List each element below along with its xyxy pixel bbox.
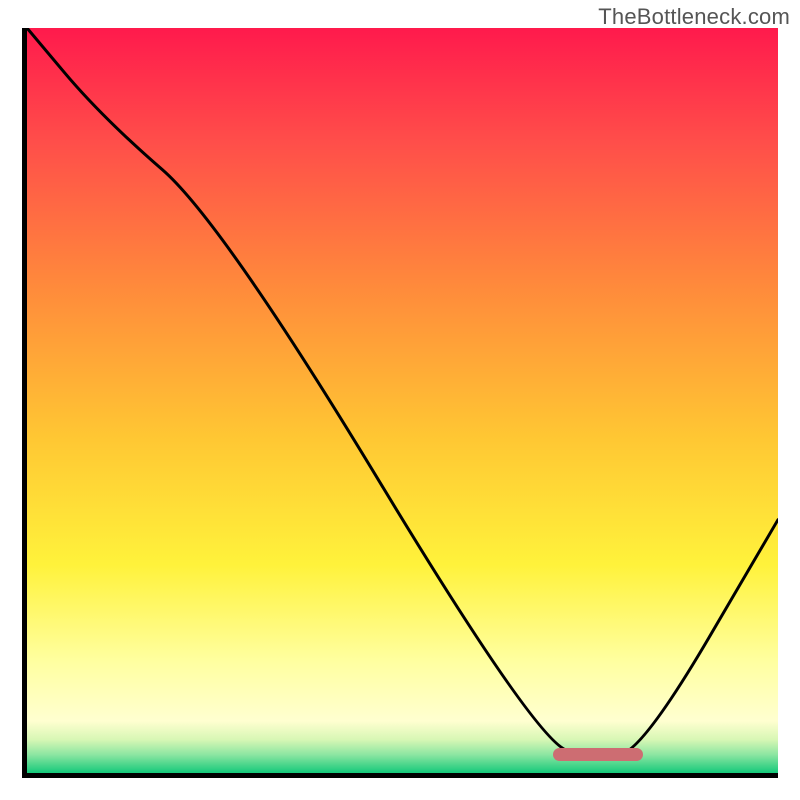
optimal-range-marker xyxy=(553,748,643,761)
plot-area xyxy=(27,28,778,773)
curve-layer xyxy=(27,28,778,773)
chart-container: TheBottleneck.com xyxy=(0,0,800,800)
watermark-text: TheBottleneck.com xyxy=(598,4,790,30)
bottleneck-curve-path xyxy=(27,28,778,756)
